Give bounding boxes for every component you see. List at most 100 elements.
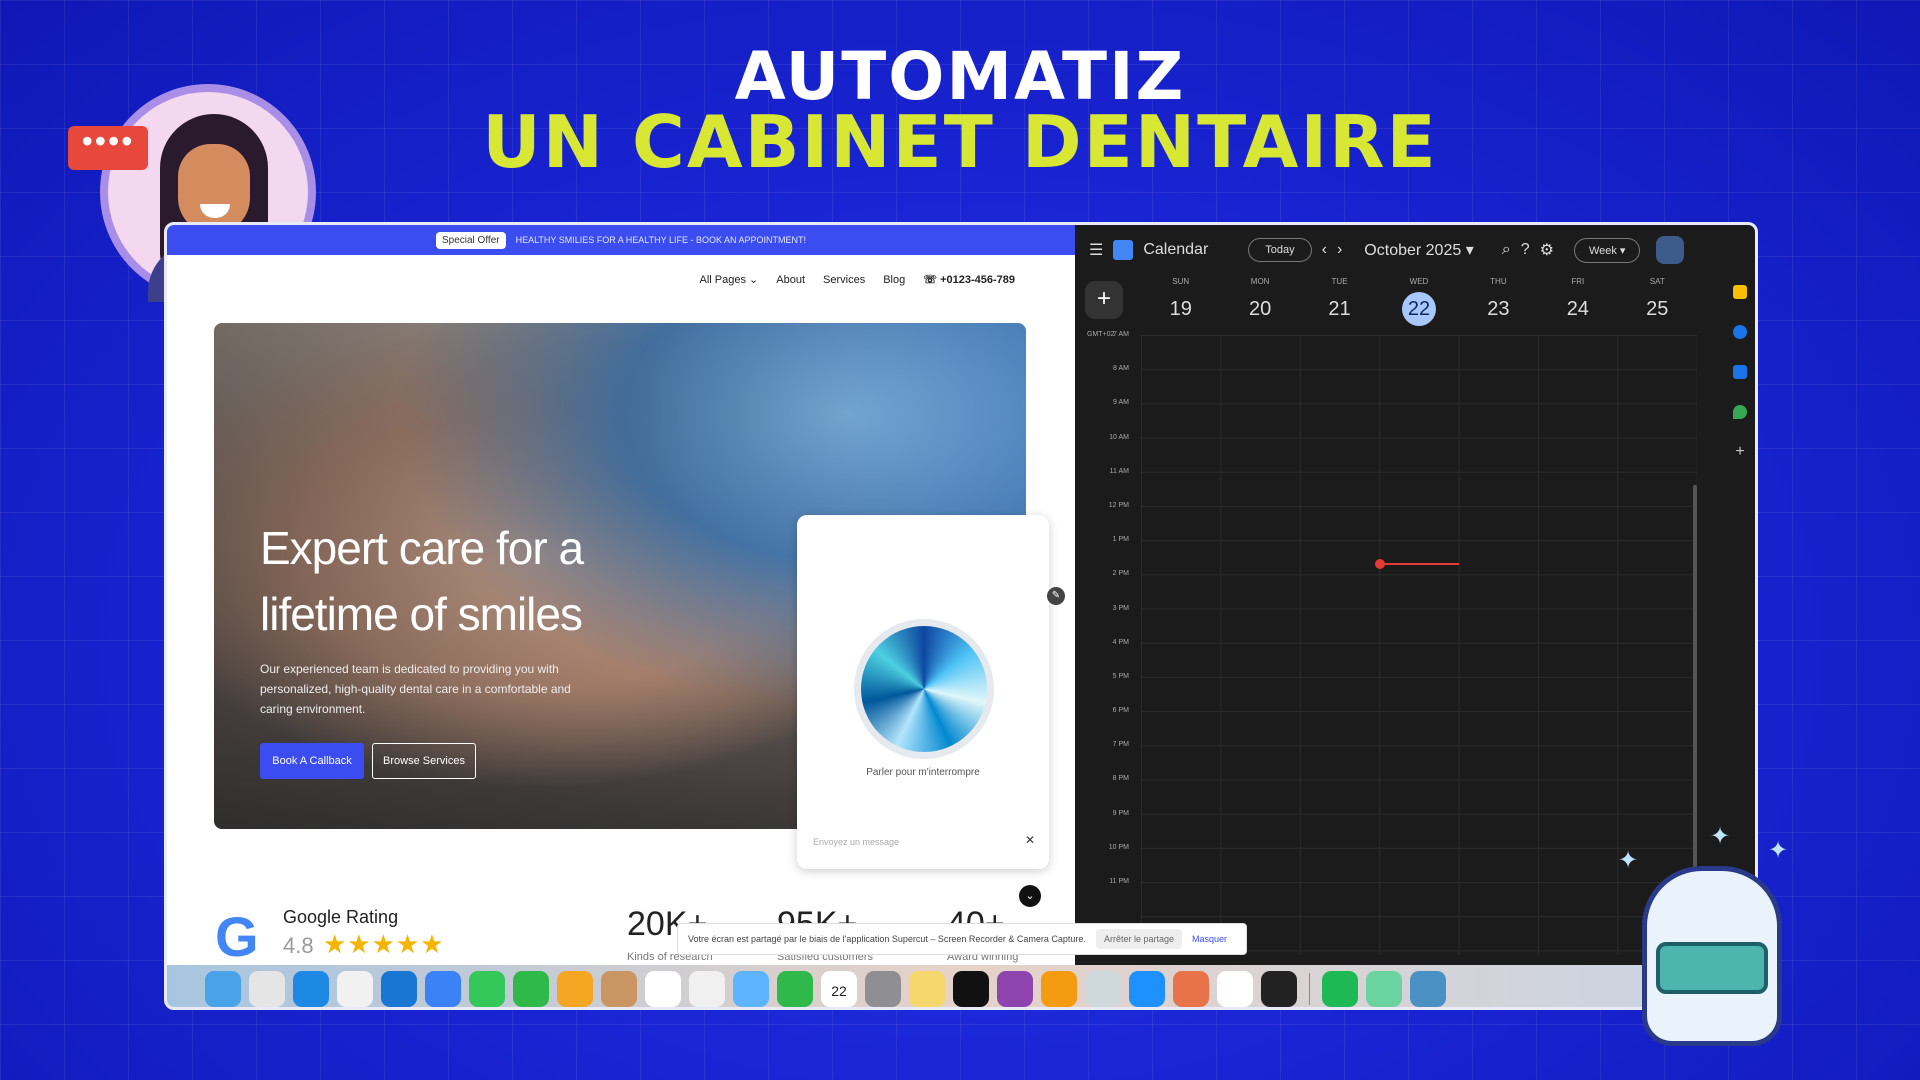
chat-input[interactable]: Envoyez un message (813, 837, 899, 847)
chat-send-icon[interactable]: ✕ (1025, 833, 1035, 847)
calendar-app-name: Calendar (1143, 241, 1209, 258)
chevron-right-icon[interactable]: › (1337, 241, 1342, 259)
day-number: 19 (1169, 298, 1192, 320)
dock-separator (1309, 973, 1310, 1005)
day-number: 25 (1646, 298, 1669, 320)
nav-blog[interactable]: Blog (883, 274, 905, 286)
preview-icon[interactable] (1085, 971, 1121, 1007)
hour-label: 5 PM (1112, 672, 1129, 680)
numbers-icon[interactable] (777, 971, 813, 1007)
messages-icon[interactable] (469, 971, 505, 1007)
maps-icon[interactable] (1733, 405, 1747, 419)
day-name: TUE (1331, 277, 1348, 286)
day-name: WED (1409, 277, 1429, 286)
side-panel: + (1733, 285, 1747, 460)
site-nav: All Pages ⌄ About Services Blog ☏ +0123-… (700, 273, 1015, 287)
nav-about[interactable]: About (776, 274, 805, 286)
day-number-today: 22 (1401, 292, 1436, 326)
month-selector[interactable]: October 2025 ▾ (1364, 240, 1473, 260)
hour-label: 9 AM (1113, 399, 1129, 407)
chrome-icon[interactable] (337, 971, 373, 1007)
google-logo-icon: G (215, 905, 259, 968)
calendar-icon[interactable]: 22 (821, 971, 857, 1007)
hide-share-bar-button[interactable]: Masquer (1192, 934, 1227, 944)
pages-icon[interactable] (1041, 971, 1077, 1007)
hour-label: 12 PM (1108, 501, 1129, 509)
sparkle-icon: ✦ (1710, 823, 1731, 850)
claude-icon[interactable] (1173, 971, 1209, 1007)
tasks-icon[interactable] (1733, 325, 1747, 339)
hour-label: 7 AM (1113, 331, 1129, 338)
facetime-icon[interactable] (513, 971, 549, 1007)
mail-icon[interactable] (425, 971, 461, 1007)
day-header[interactable]: TUE 21 (1300, 277, 1379, 326)
current-time-line (1379, 563, 1459, 565)
search-icon[interactable]: ⌕ (1502, 241, 1511, 259)
day-header[interactable]: FRI 24 (1538, 277, 1617, 326)
hero-title: Expert care for a lifetime of smiles (260, 522, 584, 640)
sparkle-icon: ✦ (1768, 837, 1789, 864)
day-header[interactable]: MON 20 (1220, 277, 1299, 326)
menu-icon[interactable]: ☰ (1089, 240, 1103, 260)
browse-services-button[interactable]: Browse Services (372, 743, 476, 779)
appstore-icon[interactable] (1129, 971, 1165, 1007)
help-icon[interactable]: ? (1521, 241, 1530, 259)
create-event-button[interactable]: + (1085, 281, 1123, 319)
voice-chat-widget: Parler pour m'interrompre Envoyez un mes… (797, 515, 1049, 869)
notion-icon[interactable] (1217, 971, 1253, 1007)
vscode-icon[interactable] (381, 971, 417, 1007)
nav-services[interactable]: Services (823, 274, 865, 286)
view-selector[interactable]: Week ▾ (1573, 237, 1641, 263)
dataviz-icon[interactable] (1261, 971, 1297, 1007)
keep-icon[interactable] (1733, 285, 1747, 299)
finder-icon[interactable] (205, 971, 241, 1007)
nav-phone[interactable]: ☏ +0123-456-789 (923, 273, 1015, 286)
spotify-icon[interactable] (1322, 971, 1358, 1007)
voice-orb[interactable] (854, 619, 994, 759)
book-callback-button[interactable]: Book A Callback (260, 743, 364, 779)
photos-icon[interactable] (557, 971, 593, 1007)
hour-label: 11 AM (1109, 467, 1129, 475)
day-header[interactable]: SUN 19 (1141, 277, 1220, 326)
calendar-logo-icon (1113, 240, 1134, 260)
calendar-toolbar: ☰ Calendar Today ‹ › October 2025 ▾ ⌕ ? … (1075, 225, 1755, 275)
day-number: 21 (1328, 298, 1351, 320)
maps-icon[interactable] (733, 971, 769, 1007)
google-rating-label: Google Rating (283, 907, 399, 927)
hour-label: 10 AM (1109, 433, 1129, 441)
macos-dock: 22 (167, 965, 1755, 1007)
notes-icon[interactable] (909, 971, 945, 1007)
nav-all-pages[interactable]: All Pages ⌄ (700, 273, 759, 286)
hour-labels: 7 AM 8 AM 9 AM 10 AM 11 AM 12 PM 1 PM 2 PM 3 PM 4… (1089, 331, 1139, 916)
calendar-view-icon[interactable] (1656, 236, 1685, 264)
gear-icon[interactable]: ⚙ (1540, 240, 1554, 260)
podcasts-icon[interactable] (997, 971, 1033, 1007)
promo-badge[interactable]: Special Offer (435, 231, 506, 249)
appletv-icon[interactable] (953, 971, 989, 1007)
today-button[interactable]: Today (1248, 238, 1312, 262)
day-header-today[interactable]: WED 22 (1379, 277, 1458, 326)
reminders-icon[interactable] (645, 971, 681, 1007)
launchpad-icon[interactable] (249, 971, 285, 1007)
chevron-left-icon[interactable]: ‹ (1322, 241, 1327, 259)
edit-icon[interactable]: ✎ (1047, 587, 1065, 605)
hero-description: Our experienced team is dedicated to pro… (260, 662, 571, 716)
day-name: SAT (1649, 277, 1665, 286)
contacts-icon[interactable] (601, 971, 637, 1007)
settings-icon[interactable] (865, 971, 901, 1007)
day-name: FRI (1571, 277, 1585, 286)
day-header[interactable]: SAT 25 (1618, 277, 1697, 326)
hour-label: 3 PM (1112, 604, 1129, 612)
safari-icon[interactable] (293, 971, 329, 1007)
day-name: THU (1490, 277, 1507, 286)
contacts-icon[interactable] (1733, 365, 1747, 379)
chevron-down-icon[interactable]: ⌄ (1019, 885, 1041, 907)
quicktime-icon[interactable] (1410, 971, 1446, 1007)
screen-window: Special Offer HEALTHY SMILIES FOR A HEAL… (164, 222, 1758, 1010)
stop-sharing-button[interactable]: Arrêter le partage (1095, 929, 1182, 949)
sparkle-icon: ✦ (1618, 847, 1639, 874)
grapher-icon[interactable] (1366, 971, 1402, 1007)
day-header[interactable]: THU 23 (1459, 277, 1538, 326)
add-addon-icon[interactable]: + (1733, 444, 1747, 460)
freeform-icon[interactable] (689, 971, 725, 1007)
